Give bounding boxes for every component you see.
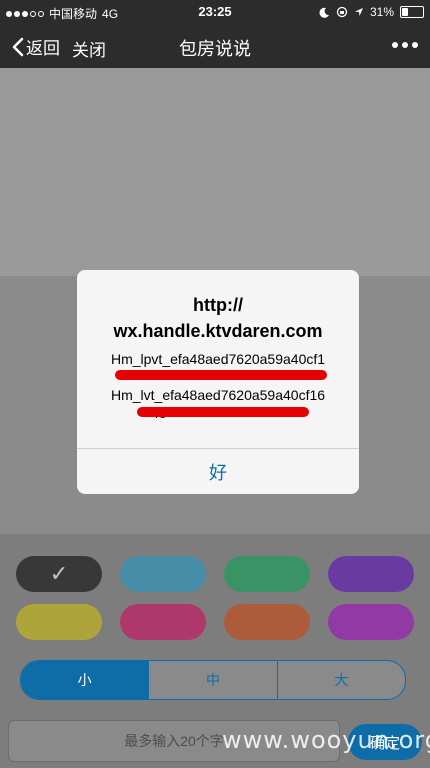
- battery-icon: [400, 6, 424, 18]
- redaction-mark: [115, 370, 327, 380]
- size-large-option[interactable]: 大: [276, 661, 405, 699]
- size-small-option[interactable]: 小: [21, 661, 149, 699]
- page-title: 包房说说: [179, 39, 251, 59]
- cookie-line: Hm_lpvt_efa48aed7620a59a40cf1: [110, 351, 326, 367]
- cookie-line: Hm_lvt_efa48aed7620a59a40cf16: [110, 387, 326, 403]
- color-swatch[interactable]: [120, 556, 206, 592]
- color-swatch[interactable]: [224, 604, 310, 640]
- dialog-title: http:// wx.handle.ktvdaren.com: [77, 292, 359, 344]
- rotation-lock-icon: [336, 6, 348, 18]
- status-bar: 中国移动 4G 23:25 31%: [0, 0, 430, 24]
- color-swatch[interactable]: [120, 604, 206, 640]
- status-right: 31%: [319, 5, 424, 19]
- battery-percent: 31%: [369, 5, 394, 19]
- moon-icon: [319, 7, 329, 18]
- check-icon: ✓: [49, 561, 69, 586]
- battery-fill: [402, 8, 408, 16]
- color-swatch[interactable]: [328, 604, 414, 640]
- dialog-title-line: wx.handle.ktvdaren.com: [113, 321, 323, 341]
- color-swatch[interactable]: [328, 556, 414, 592]
- more-icon[interactable]: [392, 42, 418, 48]
- size-selector: 小 中 大: [20, 660, 406, 700]
- nav-bar: 返回 关闭 包房说说: [0, 24, 430, 68]
- preview-area: [0, 68, 430, 276]
- location-icon: [354, 8, 363, 16]
- watermark: www.wooyun.org: [222, 726, 430, 754]
- color-swatch[interactable]: ✓: [16, 556, 102, 592]
- color-swatch[interactable]: [224, 556, 310, 592]
- alert-dialog: http:// wx.handle.ktvdaren.com Hm_lpvt_e…: [77, 270, 359, 494]
- redaction-mark: [137, 407, 309, 417]
- size-medium-option[interactable]: 中: [148, 661, 276, 699]
- ok-button[interactable]: 好: [77, 449, 359, 494]
- dialog-title-line: http://: [193, 295, 243, 315]
- color-swatch[interactable]: [16, 604, 102, 640]
